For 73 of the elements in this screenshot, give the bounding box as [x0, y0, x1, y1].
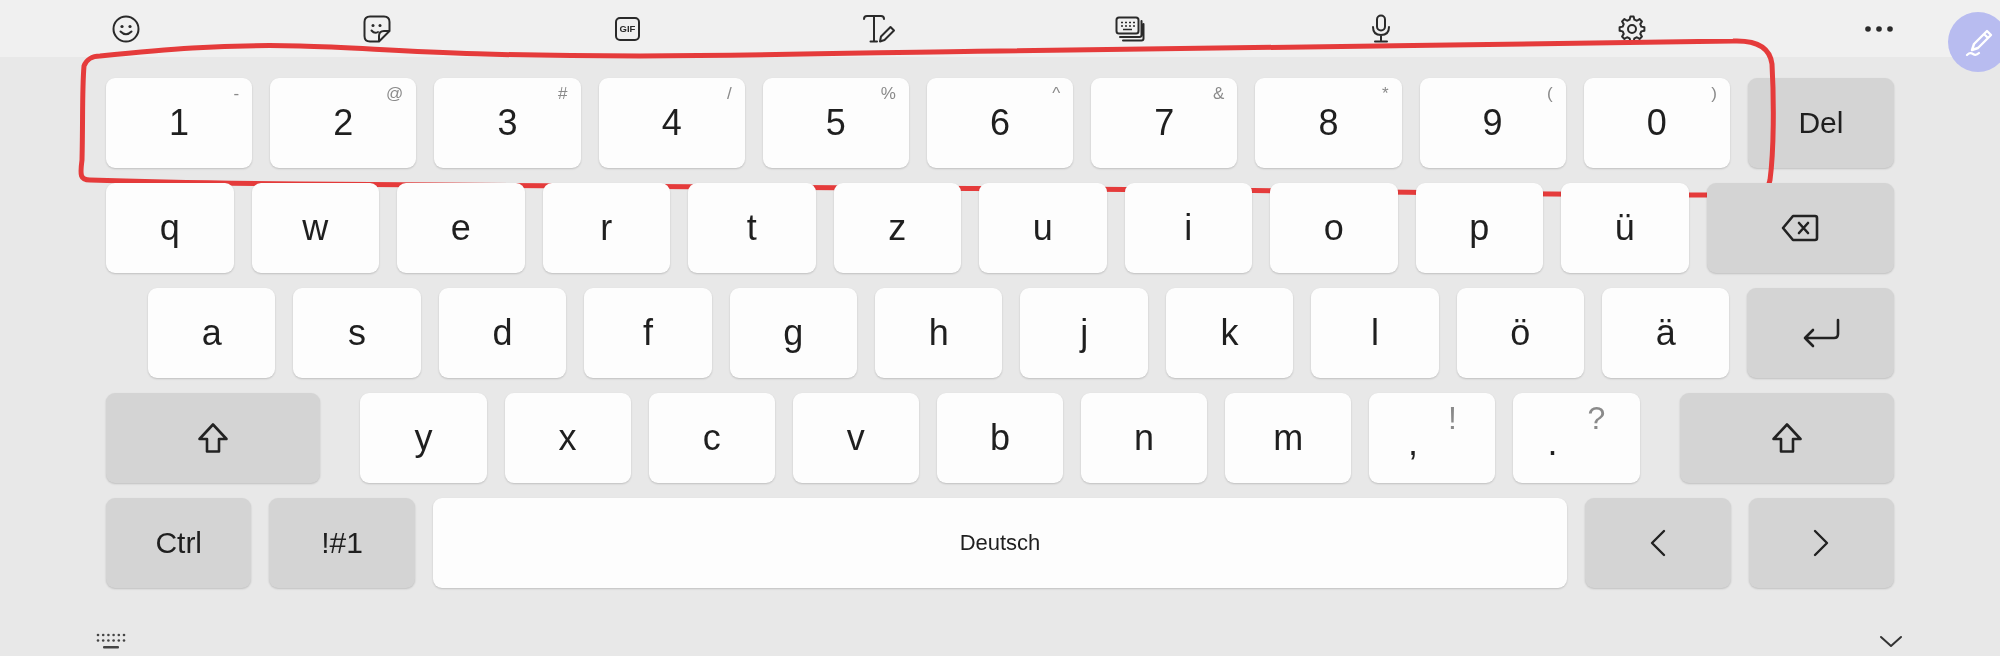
function-key[interactable]: Del: [1747, 78, 1895, 168]
punctuation-key[interactable]: . ?: [1513, 393, 1640, 483]
letter-key[interactable]: e: [397, 183, 525, 273]
keyboard-icon[interactable]: [96, 633, 126, 650]
letter-key[interactable]: t: [688, 183, 816, 273]
letter-key[interactable]: p: [1415, 183, 1543, 273]
letter-key[interactable]: y: [360, 393, 487, 483]
digit-key[interactable]: 9 (: [1419, 78, 1566, 168]
letter-key[interactable]: n: [1081, 393, 1208, 483]
letter-key[interactable]: v: [792, 393, 919, 483]
letter-key[interactable]: ü: [1561, 183, 1689, 273]
letter-key[interactable]: s: [293, 288, 421, 378]
chevron-right-icon: [1813, 529, 1830, 557]
letter-key[interactable]: h: [875, 288, 1003, 378]
letter-key[interactable]: u: [979, 183, 1107, 273]
digit-key[interactable]: 3 #: [434, 78, 581, 168]
secondary-symbol: ?: [1587, 399, 1606, 434]
letter-key[interactable]: m: [1225, 393, 1352, 483]
letter-key[interactable]: w: [251, 183, 379, 273]
letter-key[interactable]: x: [504, 393, 631, 483]
secondary-symbol: ^: [1052, 85, 1061, 102]
digit-key[interactable]: 0 ): [1583, 78, 1730, 168]
secondary-symbol: *: [1381, 85, 1389, 102]
digit-key[interactable]: 7 &: [1091, 78, 1238, 168]
letter-key[interactable]: f: [584, 288, 712, 378]
letter-key[interactable]: o: [1270, 183, 1398, 273]
letter-key[interactable]: k: [1165, 288, 1294, 378]
secondary-symbol: !: [1447, 399, 1457, 434]
letter-key[interactable]: z: [833, 183, 961, 273]
more-icon[interactable]: [1864, 25, 1893, 32]
microphone-icon[interactable]: [1370, 13, 1391, 44]
letter-key[interactable]: j: [1020, 288, 1148, 378]
digit-key[interactable]: 6 ^: [926, 78, 1074, 168]
sticker-icon[interactable]: [362, 14, 391, 43]
letter-key[interactable]: q: [106, 183, 234, 273]
backspace-icon: [1781, 214, 1820, 242]
digit-key[interactable]: 5 %: [762, 78, 909, 168]
letter-key[interactable]: b: [936, 393, 1064, 483]
function-key[interactable]: Ctrl: [106, 498, 252, 588]
letter-key[interactable]: c: [648, 393, 775, 483]
settings-icon[interactable]: [1617, 14, 1646, 43]
function-key[interactable]: !#1: [269, 498, 415, 588]
digit-key[interactable]: 2 @: [270, 78, 417, 168]
digit-key[interactable]: 4 /: [598, 78, 745, 168]
keyboard-stack-icon[interactable]: [1114, 15, 1145, 42]
letter-key[interactable]: a: [148, 288, 276, 378]
text-pen-icon[interactable]: [861, 13, 896, 44]
shift-icon: [197, 422, 230, 454]
digit-key[interactable]: 8 *: [1255, 78, 1402, 168]
digit-key[interactable]: 1 -: [106, 78, 253, 168]
secondary-symbol: &: [1212, 85, 1225, 102]
letter-key[interactable]: ö: [1456, 288, 1585, 378]
chevron-left-icon: [1649, 529, 1666, 557]
letter-key[interactable]: d: [438, 288, 567, 378]
secondary-symbol: (: [1547, 85, 1553, 102]
letter-key[interactable]: g: [729, 288, 858, 378]
letter-key[interactable]: i: [1124, 183, 1252, 273]
chevron-down-icon[interactable]: [1879, 635, 1903, 648]
letter-key[interactable]: r: [542, 183, 670, 273]
space-key[interactable]: Deutsch: [432, 498, 1568, 588]
secondary-symbol: %: [880, 85, 896, 102]
letter-key[interactable]: l: [1311, 288, 1439, 378]
secondary-symbol: #: [558, 85, 568, 102]
secondary-symbol: /: [727, 85, 732, 102]
letter-key[interactable]: ä: [1602, 288, 1730, 378]
secondary-symbol: ): [1711, 85, 1717, 102]
secondary-symbol: @: [386, 85, 404, 102]
pen-icon: [1965, 27, 1995, 57]
secondary-symbol: -: [233, 85, 240, 102]
shift-icon: [1770, 422, 1803, 454]
gif-button[interactable]: GIF: [615, 16, 640, 41]
emoji-icon[interactable]: [111, 14, 140, 43]
punctuation-key[interactable]: , !: [1369, 393, 1496, 483]
